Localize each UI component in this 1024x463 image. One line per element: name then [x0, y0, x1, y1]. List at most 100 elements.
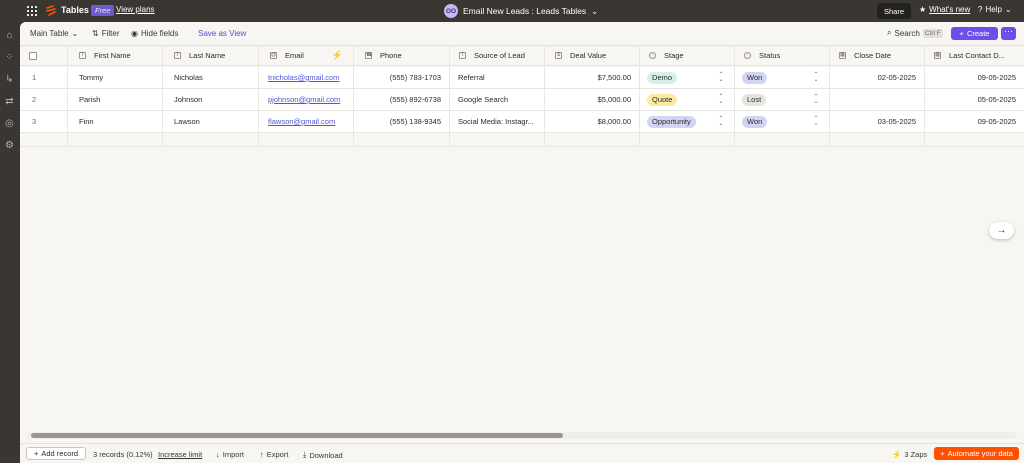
cell-email[interactable]: pjohnson@gmail.com: [259, 89, 354, 110]
cell-close[interactable]: [830, 89, 925, 110]
increase-limit-link[interactable]: Increase limit: [158, 450, 202, 459]
cell-deal[interactable]: $8,000.00: [545, 111, 640, 132]
zaps-indicator[interactable]: ⚡ 3 Zaps: [892, 450, 927, 459]
cell-last-contact[interactable]: 05-05-2025: [925, 89, 1024, 110]
cell-first[interactable]: Tommy: [68, 67, 163, 88]
chevron-up-down-icon[interactable]: ⌃ ⌄: [813, 116, 819, 127]
download-button[interactable]: ⤓ Download: [303, 450, 343, 460]
table-row[interactable]: 2 Parish Johnson pjohnson@gmail.com (555) 89…: [20, 89, 1024, 111]
cell-deal[interactable]: $5,000.00: [545, 89, 640, 110]
cell-stage[interactable]: Demo ⌃ ⌄: [640, 67, 735, 88]
hide-fields-button[interactable]: ◉ Hide fields: [131, 29, 178, 38]
email-link[interactable]: tnicholas@gmail.com: [268, 73, 339, 82]
column-header-deal-value[interactable]: $ Deal Value: [545, 46, 640, 65]
cell-first[interactable]: Parish: [68, 89, 163, 110]
view-plans-link[interactable]: View plans: [116, 5, 155, 14]
import-label: Import: [222, 450, 245, 459]
search-button[interactable]: ⌕ Search Ctrl F: [887, 28, 943, 38]
cell-email[interactable]: flawson@gmail.com: [259, 111, 354, 132]
column-header-last-name[interactable]: T Last Name: [163, 46, 259, 65]
last-contact-value: 09-05-2025: [977, 73, 1016, 82]
home-icon[interactable]: ⌂: [4, 30, 15, 41]
apps-icon[interactable]: ⁘: [4, 52, 15, 63]
cell-close[interactable]: 03-05-2025: [830, 111, 925, 132]
cell-num[interactable]: 2: [20, 89, 68, 110]
cell-deal[interactable]: $7,500.00: [545, 67, 640, 88]
stage-pill: Quote: [647, 93, 678, 106]
cell-source[interactable]: Social Media: Instagr...: [450, 111, 545, 132]
cell-stage[interactable]: Opportunity ⌃ ⌄: [640, 111, 735, 132]
column-header-close-date[interactable]: ▦ Close Date: [830, 46, 925, 65]
arrow-right-icon: →: [996, 225, 1007, 236]
scroll-right-button[interactable]: →: [989, 222, 1014, 239]
share-button[interactable]: Share: [877, 3, 911, 19]
cell-source[interactable]: Google Search: [450, 89, 545, 110]
cell-last[interactable]: Lawson: [163, 111, 259, 132]
cell-status[interactable]: Won ⌃ ⌄: [735, 67, 830, 88]
cell-phone[interactable]: (555) 783-1703: [354, 67, 450, 88]
column-header-email[interactable]: @ Email ⚡: [259, 46, 354, 65]
save-as-view-button[interactable]: Save as View: [198, 29, 246, 38]
chevron-up-down-icon[interactable]: ⌃ ⌄: [718, 72, 724, 83]
cell-phone[interactable]: (555) 892-6738: [354, 89, 450, 110]
chevron-up-down-icon[interactable]: ⌃ ⌄: [718, 94, 724, 105]
import-button[interactable]: ↓ Import: [216, 450, 244, 459]
automate-button[interactable]: + Automate your data: [934, 447, 1019, 460]
whats-new-link[interactable]: ★ What's new: [919, 5, 970, 14]
download-label: Download: [309, 450, 343, 460]
cell-num[interactable]: 3: [20, 111, 68, 132]
settings-icon[interactable]: ⚙: [4, 140, 15, 151]
transfer-icon[interactable]: ⇄: [4, 96, 15, 107]
column-header-last-contact[interactable]: ▦ Last Contact D...: [925, 46, 1024, 65]
filter-button[interactable]: ⇅ Filter: [92, 29, 119, 38]
view-selector[interactable]: Main Table ⌄: [30, 29, 78, 38]
text-field-icon: T: [174, 52, 181, 59]
chevron-up-down-icon[interactable]: ⌃ ⌄: [718, 116, 724, 127]
cell-last-contact[interactable]: 09-05-2025: [925, 67, 1024, 88]
last-value: Lawson: [174, 117, 200, 126]
empty-row[interactable]: [20, 133, 1024, 147]
cell-last-contact[interactable]: 09-05-2025: [925, 111, 1024, 132]
scrollbar-thumb[interactable]: [31, 433, 563, 438]
zap-trigger-icon[interactable]: ⚡: [332, 50, 343, 61]
select-all-checkbox[interactable]: [29, 51, 37, 60]
num-value: 3: [32, 117, 37, 126]
cell-status[interactable]: Lost ⌃ ⌄: [735, 89, 830, 110]
column-header-source[interactable]: T Source of Lead: [450, 46, 545, 65]
help-menu[interactable]: ? Help ⌄: [978, 5, 1012, 14]
cell-num[interactable]: 1: [20, 67, 68, 88]
column-header-phone[interactable]: ☎ Phone: [354, 46, 450, 65]
email-link[interactable]: flawson@gmail.com: [268, 117, 335, 126]
cell-stage[interactable]: Quote ⌃ ⌄: [640, 89, 735, 110]
cell-email[interactable]: tnicholas@gmail.com: [259, 67, 354, 88]
num-value: 1: [32, 73, 37, 82]
table-row[interactable]: 1 Tommy Nicholas tnicholas@gmail.com (555) 7…: [20, 67, 1024, 89]
more-options-button[interactable]: ⋯: [1001, 27, 1016, 40]
column-header-stage[interactable]: ◦ Stage: [640, 46, 735, 65]
history-icon[interactable]: ◎: [4, 118, 15, 129]
export-button[interactable]: ↑ Export: [260, 450, 288, 459]
add-record-button[interactable]: + Add record: [26, 447, 86, 460]
email-link[interactable]: pjohnson@gmail.com: [268, 95, 340, 104]
app-grid-icon[interactable]: [27, 6, 37, 16]
column-header-first-name[interactable]: T First Name: [68, 46, 163, 65]
chevron-up-down-icon[interactable]: ⌃ ⌄: [813, 72, 819, 83]
chevron-down-icon: ⌄: [591, 5, 599, 16]
cell-close[interactable]: 02-05-2025: [830, 67, 925, 88]
cell-phone[interactable]: (555) 138-9345: [354, 111, 450, 132]
cell-first[interactable]: Finn: [68, 111, 163, 132]
source-value: Social Media: Instagr...: [458, 117, 534, 126]
cell-status[interactable]: Won ⌃ ⌄: [735, 111, 830, 132]
column-header-status[interactable]: ◦ Status: [735, 46, 830, 65]
cell-last[interactable]: Nicholas: [163, 67, 259, 88]
cell-source[interactable]: Referral: [450, 67, 545, 88]
horizontal-scrollbar[interactable]: [27, 432, 1017, 439]
column-label: Last Contact D...: [949, 51, 1005, 60]
table-row[interactable]: 3 Finn Lawson flawson@gmail.com (555) 138-93…: [20, 111, 1024, 133]
create-button[interactable]: + Create: [951, 27, 998, 40]
table-title-dropdown[interactable]: OO Email New Leads : Leads Tables ⌄: [444, 3, 598, 19]
zap-icon[interactable]: ↳: [4, 74, 15, 85]
cell-last[interactable]: Johnson: [163, 89, 259, 110]
chevron-up-down-icon[interactable]: ⌃ ⌄: [813, 94, 819, 105]
app-name[interactable]: Tables: [61, 5, 89, 15]
